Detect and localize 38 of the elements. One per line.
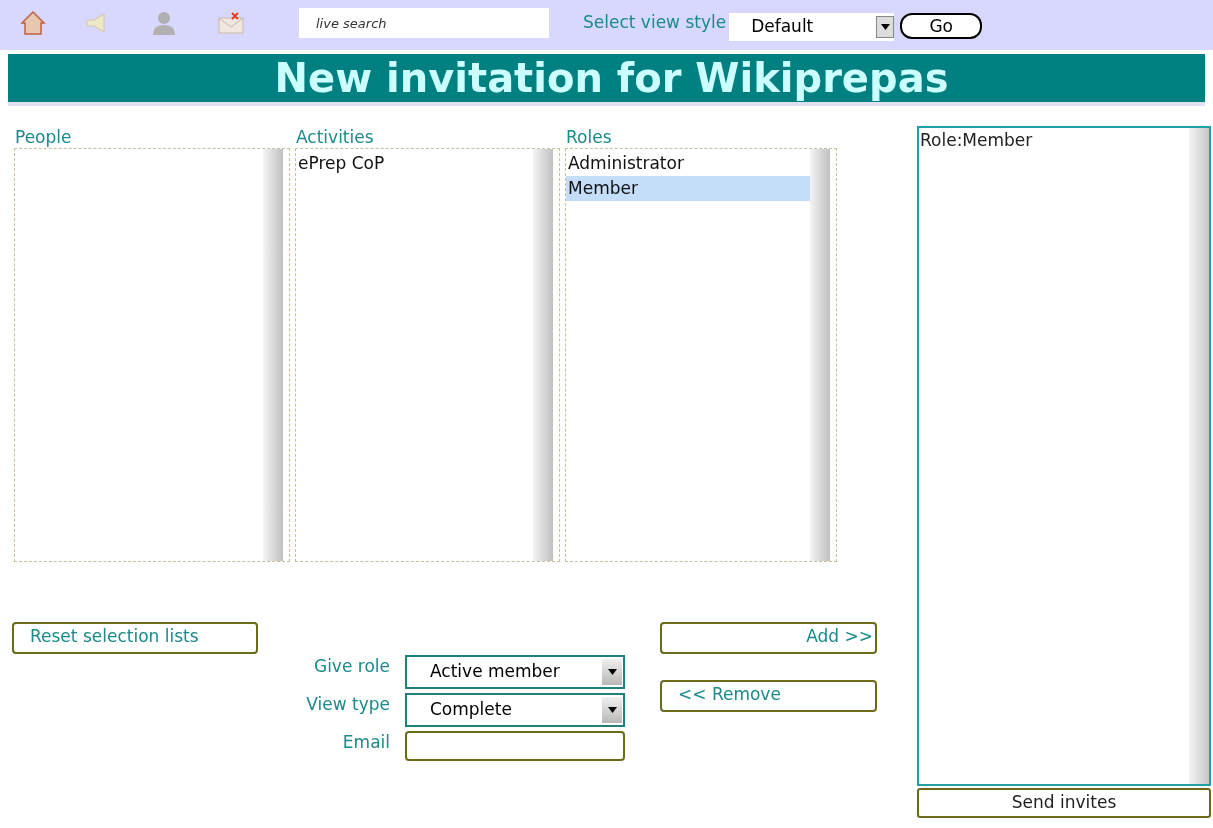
list-item[interactable]: ePrep CoP [296,151,533,176]
list-item[interactable]: Member [566,176,810,201]
caret-icon [607,669,617,675]
list-label: People [15,126,73,148]
list-label: Roles [566,126,613,148]
add-button[interactable]: Add >> [660,622,877,654]
scrollbar[interactable] [263,149,283,561]
field-label: View type [305,693,390,715]
caret-icon [880,24,890,30]
email-field[interactable] [405,731,625,761]
home-icon[interactable] [20,10,46,36]
invite-list[interactable]: Role:Member [917,126,1211,786]
search-field[interactable]: live search [299,8,549,38]
person-icon[interactable] [152,11,176,35]
page-title: New invitation for Wikiprepas [274,54,949,103]
dropdown[interactable]: Complete [405,693,625,727]
view-style-label: Select view style [583,11,727,34]
scrollbar[interactable] [810,149,830,561]
selection-list[interactable]: Administrator Member [565,148,837,562]
reset-button[interactable]: Reset selection lists [12,622,258,654]
send-invites-button[interactable]: Send invites [917,788,1211,818]
go-button[interactable]: Go [900,13,983,39]
list-item[interactable]: Administrator [566,151,810,176]
invite-item[interactable]: Role:Member [920,129,1189,151]
selection-list[interactable]: ePrep CoP [295,148,560,562]
megaphone-icon[interactable] [84,12,108,34]
list-label: Activities [296,126,375,148]
selection-list[interactable] [14,148,290,562]
scrollbar[interactable] [1189,128,1209,784]
view-style-select[interactable]: Default [729,13,895,41]
scrollbar[interactable] [533,149,553,561]
field-label: Email [341,731,390,753]
remove-button[interactable]: << Remove [660,680,877,712]
dropdown[interactable]: Active member [405,655,625,689]
envelope-icon[interactable] [218,12,244,34]
view-style-value: Default [751,15,814,39]
field-label: Give role [312,655,390,677]
caret-icon [607,707,617,713]
